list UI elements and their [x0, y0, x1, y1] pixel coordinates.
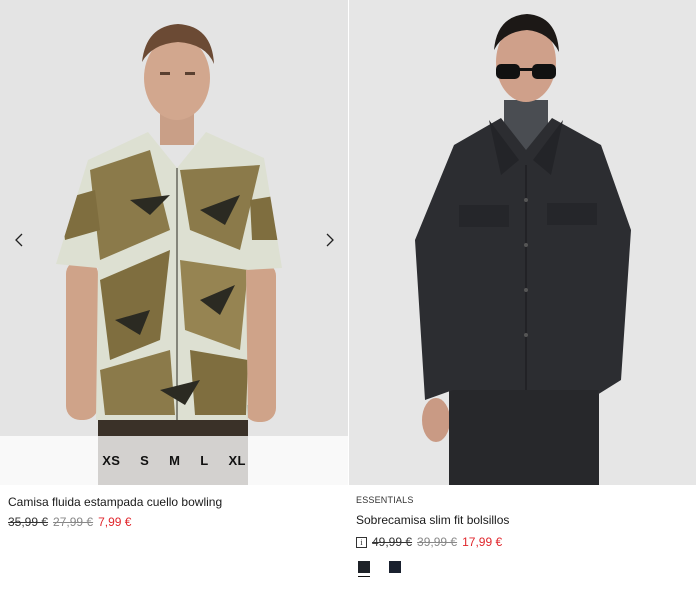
product-info: ESSENTIALS Sobrecamisa slim fit bolsillo…	[349, 495, 696, 577]
product-image[interactable]	[349, 0, 696, 485]
size-option-s[interactable]: S	[140, 453, 149, 468]
size-selector: XS S M L XL	[0, 436, 348, 485]
next-image-button[interactable]	[318, 230, 342, 254]
product-image[interactable]: XS S M L XL	[0, 0, 348, 485]
product-card[interactable]: XS S M L XL Camisa fluida estampada cuel…	[0, 0, 348, 529]
price-sale: 7,99 €	[98, 515, 132, 529]
color-swatch[interactable]	[358, 561, 370, 577]
price-original: 49,99 €	[372, 535, 413, 549]
model-photo-dark-overshirt	[349, 0, 696, 485]
collection-tag: ESSENTIALS	[356, 495, 414, 505]
size-option-l[interactable]: L	[200, 453, 208, 468]
product-name[interactable]: Sobrecamisa slim fit bolsillos	[356, 513, 696, 527]
price-previous: 27,99 €	[53, 515, 94, 529]
price-original: 35,99 €	[8, 515, 49, 529]
previous-image-button[interactable]	[7, 230, 31, 254]
price-row: i 49,99 € 39,99 € 17,99 €	[356, 535, 696, 549]
color-swatches	[356, 561, 696, 577]
chevron-right-icon	[325, 233, 335, 252]
size-option-xl[interactable]: XL	[229, 453, 246, 468]
product-name[interactable]: Camisa fluida estampada cuello bowling	[8, 495, 348, 509]
price-previous: 39,99 €	[417, 535, 458, 549]
product-card[interactable]: ESSENTIALS Sobrecamisa slim fit bolsillo…	[349, 0, 696, 577]
price-sale: 17,99 €	[462, 535, 503, 549]
color-swatch[interactable]	[389, 561, 401, 573]
price-row: 35,99 € 27,99 € 7,99 €	[8, 515, 348, 529]
size-option-m[interactable]: M	[169, 453, 180, 468]
model-photo-patterned-shirt	[0, 0, 348, 485]
size-option-xs[interactable]: XS	[102, 453, 120, 468]
product-info: Camisa fluida estampada cuello bowling 3…	[0, 495, 348, 529]
chevron-left-icon	[14, 233, 24, 252]
info-icon[interactable]: i	[356, 536, 367, 548]
